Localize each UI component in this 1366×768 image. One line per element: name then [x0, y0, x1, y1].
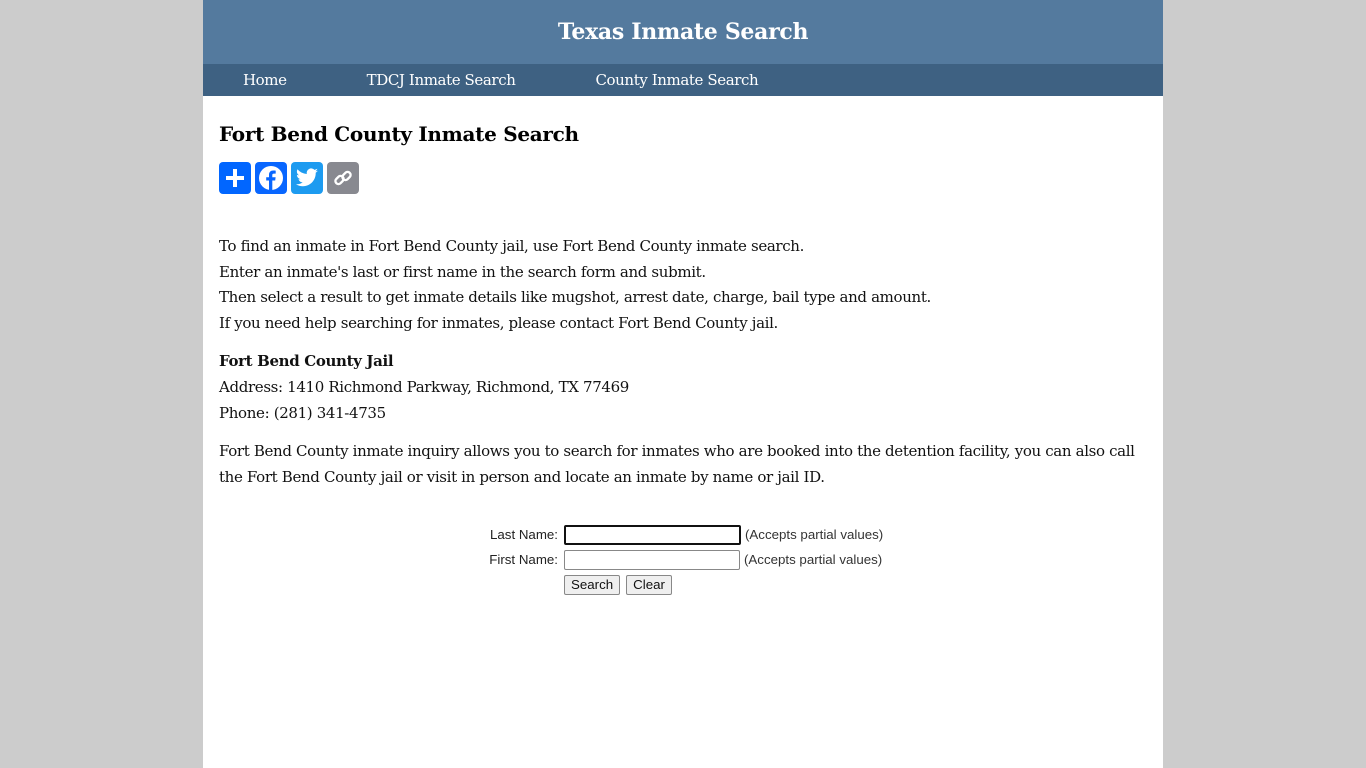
intro-line: Enter an inmate's last or first name in …	[219, 262, 706, 281]
nav-tdcj-inmate-search[interactable]: TDCJ Inmate Search	[367, 71, 516, 89]
twitter-share-button[interactable]	[291, 162, 323, 194]
nav-county-inmate-search[interactable]: County Inmate Search	[595, 71, 758, 89]
search-button[interactable]: Search	[564, 574, 621, 595]
last-name-row: Last Name: (Accepts partial values)	[468, 522, 883, 547]
jail-address: Address: 1410 Richmond Parkway, Richmond…	[219, 378, 629, 397]
page-container: Texas Inmate Search Home TDCJ Inmate Sea…	[203, 0, 1163, 768]
facebook-icon	[259, 166, 283, 190]
last-name-hint: (Accepts partial values)	[745, 527, 884, 542]
clear-button[interactable]: Clear	[626, 574, 672, 595]
jail-info: Fort Bend County Jail Address: 1410 Rich…	[219, 348, 1147, 426]
last-name-input[interactable]	[564, 524, 741, 545]
last-name-label: Last Name:	[490, 527, 558, 542]
intro-line: To find an inmate in Fort Bend County ja…	[219, 237, 805, 255]
copy-link-button[interactable]	[327, 162, 359, 194]
site-title[interactable]: Texas Inmate Search	[558, 19, 809, 45]
inquiry-text: Fort Bend County inmate inquiry allows y…	[219, 442, 1135, 487]
twitter-icon	[296, 168, 318, 187]
site-header: Texas Inmate Search	[203, 0, 1163, 64]
first-name-hint: (Accepts partial values)	[744, 552, 883, 567]
nav-home[interactable]: Home	[243, 71, 287, 89]
share-button[interactable]	[219, 162, 251, 194]
form-buttons-row: Search Clear	[468, 572, 883, 597]
first-name-row: First Name: (Accepts partial values)	[468, 547, 883, 572]
copy-link-icon	[334, 170, 352, 186]
facebook-share-button[interactable]	[255, 162, 287, 194]
share-buttons	[219, 162, 1147, 194]
page-title: Fort Bend County Inmate Search	[219, 122, 579, 146]
jail-phone: Phone: (281) 341-4735	[219, 404, 386, 423]
first-name-label: First Name:	[489, 552, 558, 567]
first-name-input[interactable]	[564, 549, 740, 570]
intro-line: Then select a result to get inmate detai…	[219, 288, 931, 307]
intro-line: If you need help searching for inmates, …	[219, 313, 778, 332]
inmate-search-form: Last Name: (Accepts partial values) Firs…	[468, 522, 883, 597]
main-content: Fort Bend County Inmate Search To find a…	[203, 96, 1163, 490]
share-plus-icon	[226, 169, 244, 187]
nav-bar: Home TDCJ Inmate Search County Inmate Se…	[203, 64, 1163, 96]
jail-name: Fort Bend County Jail	[219, 352, 394, 371]
intro-text: To find an inmate in Fort Bend County ja…	[219, 234, 1147, 336]
